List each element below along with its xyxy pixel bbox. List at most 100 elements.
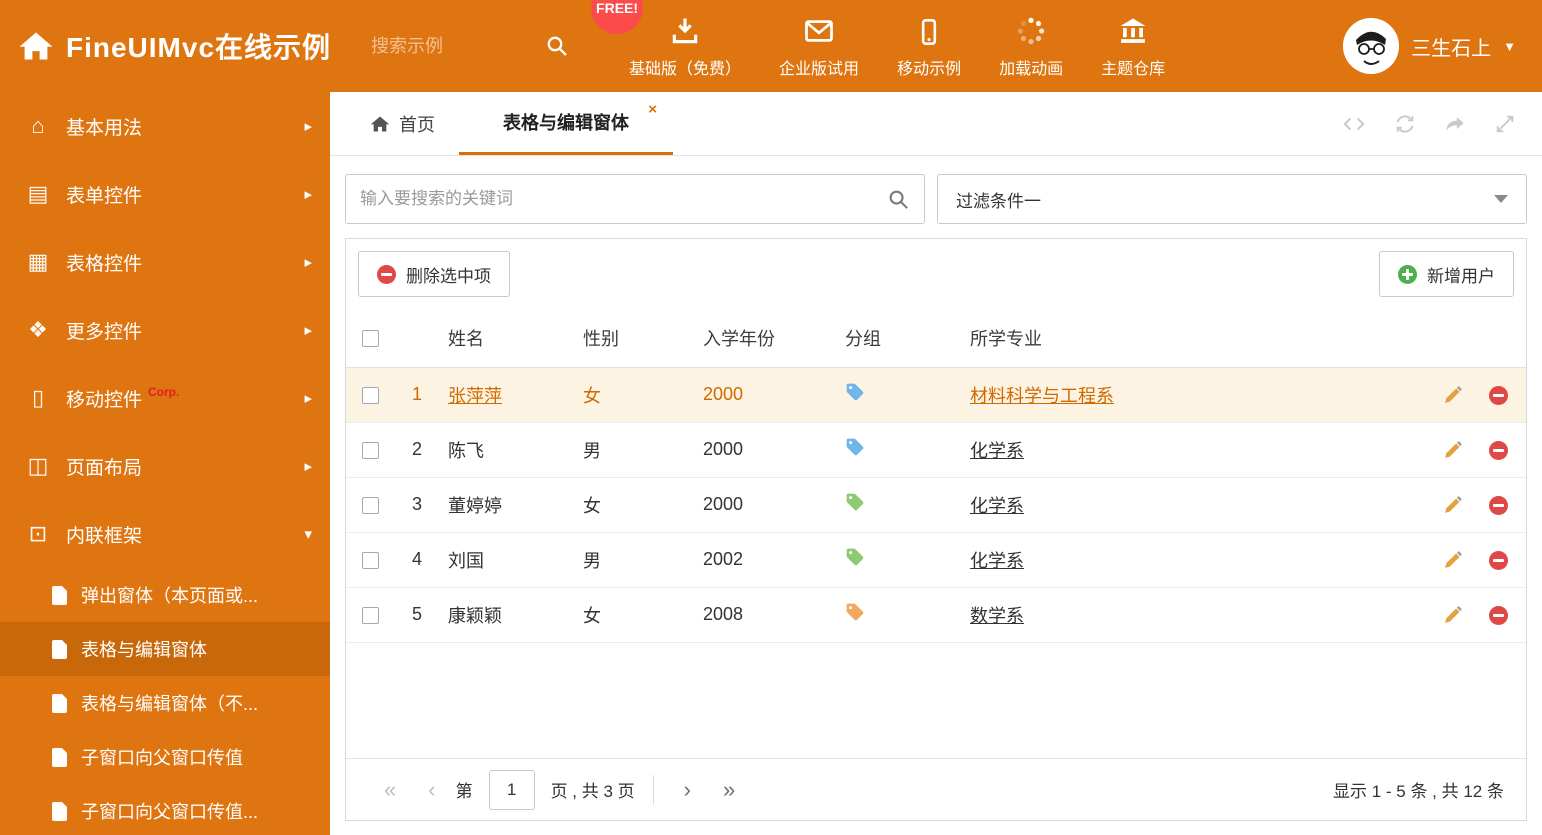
sidebar-subitem-grid-edit-window[interactable]: 表格与编辑窗体 xyxy=(0,622,330,676)
delete-button-label: 删除选中项 xyxy=(406,266,491,286)
name-link[interactable]: 董婷婷 xyxy=(448,496,502,516)
major-link[interactable]: 化学系 xyxy=(970,551,1024,571)
row-number: 1 xyxy=(394,367,440,423)
name-link[interactable]: 陈飞 xyxy=(448,441,484,461)
delete-icon[interactable] xyxy=(1489,385,1508,405)
major-link[interactable]: 材料科学与工程系 xyxy=(970,386,1114,406)
page-number-input[interactable] xyxy=(488,769,535,810)
nav-item-loading-animation[interactable]: 加载动画 xyxy=(999,14,1063,79)
expand-button[interactable] xyxy=(1494,113,1516,135)
first-page-button[interactable]: « xyxy=(368,778,412,801)
iframe-icon: ⊡ xyxy=(28,521,48,546)
nav-item-theme-repo[interactable]: 主题仓库 xyxy=(1101,14,1165,79)
source-code-button[interactable] xyxy=(1342,113,1366,135)
tag-icon xyxy=(845,602,865,622)
column-name: 姓名 xyxy=(440,309,575,368)
edit-icon[interactable] xyxy=(1443,496,1462,515)
envelope-icon xyxy=(804,14,834,46)
refresh-button[interactable] xyxy=(1394,113,1416,135)
sidebar-subitem-label: 子窗口向父窗口传值 xyxy=(81,748,243,768)
sidebar-item-mobile-controls[interactable]: ▯ 移动控件 Corp. ▸ xyxy=(0,364,330,432)
share-button[interactable] xyxy=(1444,113,1466,135)
tab-label: 表格与编辑窗体 xyxy=(503,113,629,133)
name-link[interactable]: 康颖颖 xyxy=(448,606,502,626)
row-checkbox[interactable] xyxy=(361,606,379,624)
user-table: 姓名 性别 入学年份 分组 所学专业 1 张萍萍 女 2000 材料科学与工程系… xyxy=(346,309,1526,643)
chevron-right-icon: ▸ xyxy=(304,458,312,475)
sidebar-subitem-grid-edit-window-2[interactable]: 表格与编辑窗体（不... xyxy=(0,676,330,730)
table-row[interactable]: 4 刘国 男 2002 化学系 xyxy=(346,532,1526,588)
row-checkbox[interactable] xyxy=(361,441,379,459)
tag-icon xyxy=(845,547,865,567)
gender-cell: 女 xyxy=(575,587,695,643)
nav-label: 基础版（免费） xyxy=(629,60,742,78)
mobile-icon: ▯ xyxy=(31,385,45,410)
row-checkbox[interactable] xyxy=(361,551,379,569)
edit-icon[interactable] xyxy=(1443,386,1462,405)
major-link[interactable]: 化学系 xyxy=(970,496,1024,516)
last-page-button[interactable]: » xyxy=(707,778,751,801)
free-badge: FREE! xyxy=(591,0,644,34)
edit-icon[interactable] xyxy=(1443,441,1462,460)
row-checkbox[interactable] xyxy=(361,496,379,514)
filter-row: 过滤条件一 xyxy=(345,174,1527,224)
search-icon[interactable] xyxy=(545,34,569,58)
nav-item-enterprise-trial[interactable]: 企业版试用 xyxy=(779,14,859,79)
brand[interactable]: FineUIMvc在线示例 xyxy=(0,26,331,66)
table-header-row: 姓名 性别 入学年份 分组 所学专业 xyxy=(346,309,1526,368)
close-icon[interactable]: × xyxy=(648,101,657,118)
delete-icon[interactable] xyxy=(1489,440,1508,460)
name-link[interactable]: 张萍萍 xyxy=(448,386,502,406)
row-checkbox[interactable] xyxy=(361,386,379,404)
page-label-prefix: 第 xyxy=(455,782,473,801)
name-link[interactable]: 刘国 xyxy=(448,551,484,571)
sidebar-subitem-label: 表格与编辑窗体（不... xyxy=(81,694,259,714)
delete-icon[interactable] xyxy=(1489,495,1508,515)
gender-cell: 女 xyxy=(575,367,695,423)
nav-label: 主题仓库 xyxy=(1101,60,1166,78)
sidebar-item-basic-usage[interactable]: ⌂ 基本用法 ▸ xyxy=(0,92,330,160)
user-name: 三生石上 xyxy=(1411,37,1492,60)
column-gender: 性别 xyxy=(575,309,695,368)
minus-circle-icon xyxy=(377,264,396,284)
year-cell: 2000 xyxy=(695,477,837,533)
delete-selected-button[interactable]: 删除选中项 xyxy=(358,251,510,297)
select-all-checkbox[interactable] xyxy=(361,330,379,347)
search-icon[interactable] xyxy=(887,188,910,211)
sidebar-item-page-layout[interactable]: ◫ 页面布局 ▸ xyxy=(0,432,330,500)
tab-home[interactable]: 首页 xyxy=(346,92,459,155)
edit-icon[interactable] xyxy=(1443,551,1462,570)
chevron-down-icon xyxy=(1494,195,1508,203)
table-row[interactable]: 5 康颖颖 女 2008 数学系 xyxy=(346,587,1526,643)
header-search-input[interactable] xyxy=(371,35,532,57)
tab-grid-edit-window[interactable]: 表格与编辑窗体 × xyxy=(459,92,673,155)
sidebar-item-form-controls[interactable]: ▤ 表单控件 ▸ xyxy=(0,160,330,228)
sidebar-item-label: 页面布局 xyxy=(66,457,143,479)
table-icon: ▦ xyxy=(27,249,49,274)
sidebar-item-more-controls[interactable]: ❖ 更多控件 ▸ xyxy=(0,296,330,364)
nav-item-basic-edition[interactable]: FREE! 基础版（免费） xyxy=(591,0,742,79)
table-row[interactable]: 1 张萍萍 女 2000 材料科学与工程系 xyxy=(346,367,1526,423)
add-user-button[interactable]: 新增用户 xyxy=(1379,251,1514,297)
keyword-search-input[interactable] xyxy=(360,189,877,209)
table-row[interactable]: 3 董婷婷 女 2000 化学系 xyxy=(346,477,1526,533)
column-year: 入学年份 xyxy=(695,309,837,368)
sidebar-subitem-child-to-parent-2[interactable]: 子窗口向父窗口传值... xyxy=(0,784,330,835)
edit-icon[interactable] xyxy=(1443,606,1462,625)
table-row[interactable]: 2 陈飞 男 2000 化学系 xyxy=(346,422,1526,478)
caret-down-icon: ▼ xyxy=(1503,38,1516,54)
delete-icon[interactable] xyxy=(1489,550,1508,570)
next-page-button[interactable]: › xyxy=(668,778,707,801)
sidebar-subitem-child-to-parent[interactable]: 子窗口向父窗口传值 xyxy=(0,730,330,784)
prev-page-button[interactable]: ‹ xyxy=(412,778,451,801)
nav-item-mobile-demo[interactable]: 移动示例 xyxy=(897,14,961,79)
major-link[interactable]: 数学系 xyxy=(970,606,1024,626)
delete-icon[interactable] xyxy=(1489,605,1508,625)
major-link[interactable]: 化学系 xyxy=(970,441,1024,461)
download-icon xyxy=(670,14,700,46)
sidebar-subitem-popup-window[interactable]: 弹出窗体（本页面或... xyxy=(0,568,330,622)
filter-dropdown[interactable]: 过滤条件一 xyxy=(937,174,1527,224)
sidebar-item-inline-frame[interactable]: ⊡ 内联框架 ▾ xyxy=(0,500,330,568)
user-menu[interactable]: 三生石上 ▼ xyxy=(1343,18,1516,74)
sidebar-item-grid-controls[interactable]: ▦ 表格控件 ▸ xyxy=(0,228,330,296)
